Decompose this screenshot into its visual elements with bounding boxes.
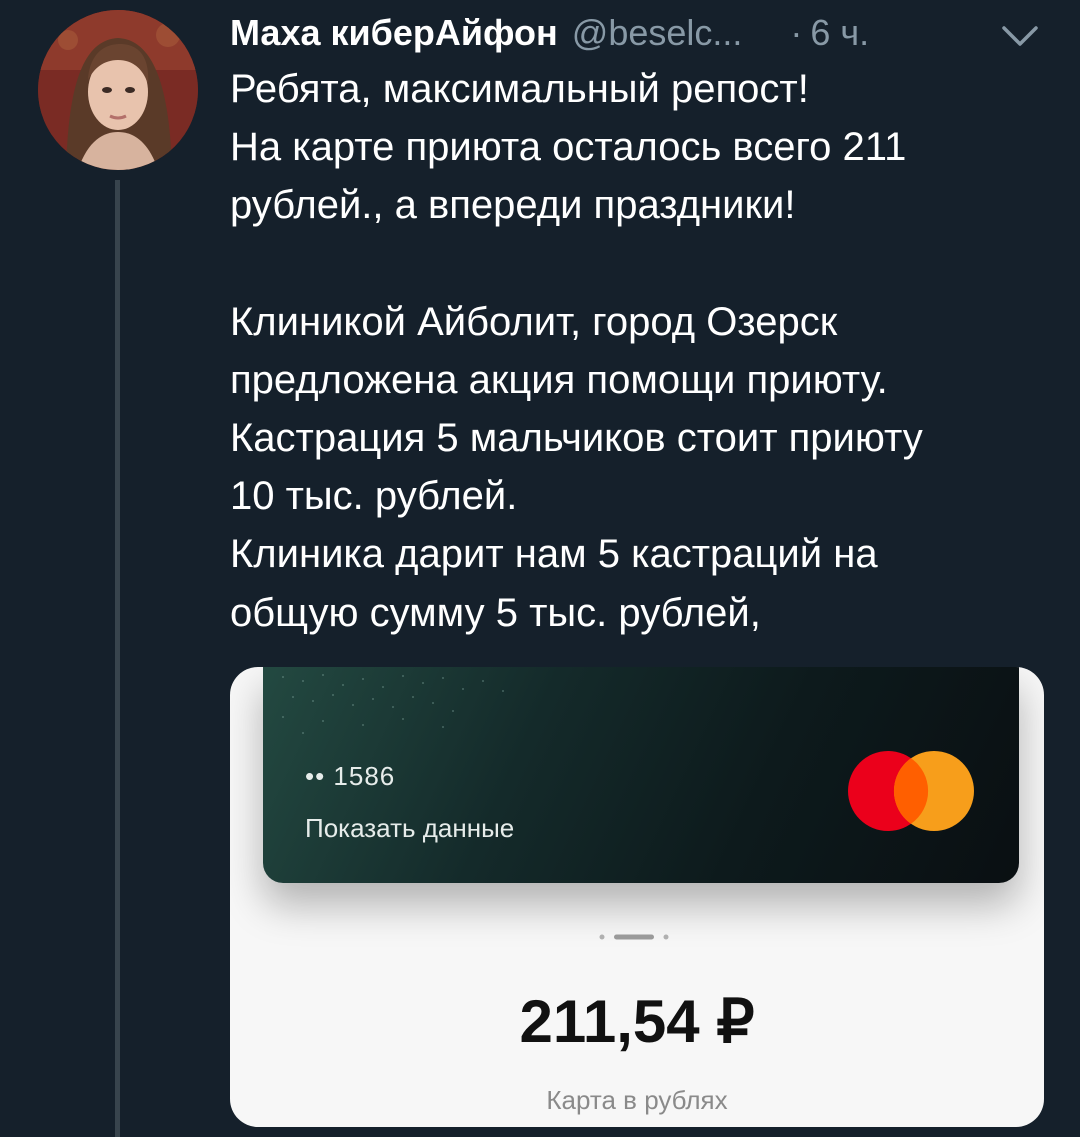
thread-line xyxy=(115,180,120,1137)
show-card-details: Показать данные xyxy=(305,813,515,843)
user-avatar-icon xyxy=(38,10,198,170)
author-display-name[interactable]: Маха киберАйфон xyxy=(230,12,558,54)
mastercard-logo-icon xyxy=(848,751,974,831)
tweet-header: Маха киберАйфон @beselc... · 6 ч. xyxy=(230,12,1050,60)
pagination-dots xyxy=(599,934,669,940)
tweet-text-line: На карте приюта осталось всего 211 xyxy=(230,125,907,170)
tweet-text-line: Ребята, максимальный репост! xyxy=(230,67,809,111)
tweet-text-line: Клиникой Айболит, город Озерск xyxy=(230,299,838,344)
tweet-text-line: Клиника дарит нам 5 кастраций на xyxy=(230,532,878,577)
bank-card: •• 1586 Показать данные xyxy=(263,667,1019,883)
card-balance: 211,54 ₽ xyxy=(519,988,755,1055)
chevron-down-icon[interactable] xyxy=(1000,22,1040,50)
avatar[interactable] xyxy=(38,10,198,170)
tweet-text-line: 10 тыс. рублей. xyxy=(230,474,518,519)
author-handle[interactable]: @beselc... xyxy=(572,12,743,54)
card-currency-label: Карта в рублях xyxy=(546,1085,728,1115)
tweet-media-image[interactable]: •• 1586 Показать данные 211,54 ₽ Карта в… xyxy=(230,667,1044,1127)
tweet-text-line: Кастрация 5 мальчиков стоит приюту xyxy=(230,416,923,461)
tweet-text-line: предложена акция помощи приюту. xyxy=(230,357,888,402)
tweet-text-line: рублей., а впереди праздники! xyxy=(230,183,796,228)
card-texture xyxy=(282,674,504,734)
tweet-text: Ребята, максимальный репост! На карте пр… xyxy=(230,60,1060,642)
card-number: •• 1586 xyxy=(305,761,396,791)
tweet[interactable]: Маха киберАйфон @beselc... · 6 ч. Ребята… xyxy=(0,0,1080,1137)
tweet-timestamp[interactable]: 6 ч. xyxy=(810,12,869,54)
tweet-text-line: общую сумму 5 тыс. рублей, xyxy=(230,590,761,635)
time-separator: · xyxy=(790,12,803,53)
